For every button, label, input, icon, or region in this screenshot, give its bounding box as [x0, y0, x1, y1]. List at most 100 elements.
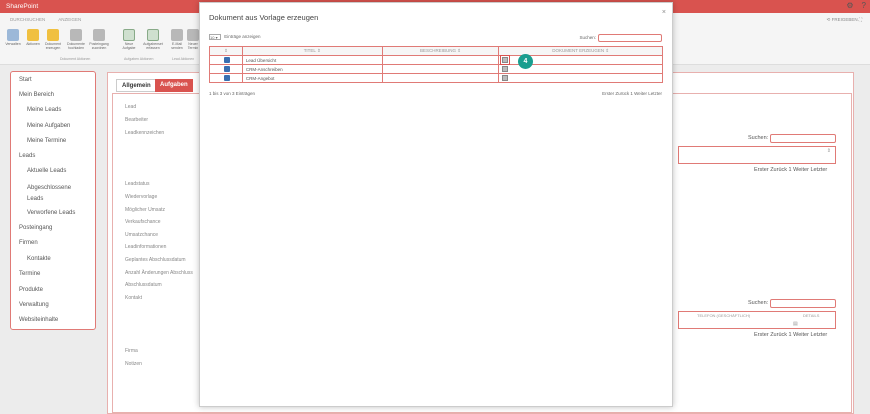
field-leadstatus: Leadstatus: [125, 181, 150, 187]
group-lead-aktionen: Lead Aktionen: [172, 57, 195, 61]
field-wiedervorlage: Wiedervorlage: [125, 194, 158, 200]
field-moeglicher-umsatz: Möglicher Umsatz: [125, 207, 166, 213]
field-leadkennzeichen: Leadkennzeichen: [125, 130, 165, 136]
table-row: CRM-Anschreiben: [209, 64, 663, 74]
group-aufgaben-aktionen: Aufgaben Aktionen: [124, 57, 154, 61]
nav-websiteinhalte[interactable]: Websiteinhalte: [19, 317, 58, 323]
field-geplantes-abschlussdatum: Geplantes Abschlussdatum: [125, 257, 186, 263]
manage-icon: [7, 29, 19, 41]
col-icon[interactable]: ⇕: [209, 46, 243, 56]
field-firma: Firma: [125, 348, 138, 354]
upload-icon: [70, 29, 82, 41]
field-notizen: Notizen: [125, 361, 142, 367]
group-dokument-aktionen: Dokument Aktionen: [60, 57, 91, 61]
row-title[interactable]: CRM-Angebot: [241, 73, 383, 83]
neuer-termin-button[interactable]: Neuer Termin: [186, 29, 200, 51]
ribbon-tabs: DURCHSUCHEN ANZEIGEN: [10, 17, 93, 22]
help-icon[interactable]: ?: [862, 1, 866, 10]
nav-aktuelle-leads[interactable]: Aktuelle Leads: [27, 168, 66, 174]
neue-aufgabe-button[interactable]: Neue Aufgabe: [118, 29, 140, 51]
field-abschlussdatum: Abschlussdatum: [125, 282, 162, 288]
email-icon: [171, 29, 183, 41]
table-row: Lead Übersicht: [209, 54, 663, 65]
table-info: 1 bis 3 von 3 Einträgen: [209, 91, 256, 96]
email-senden-button[interactable]: E-Mail senden: [166, 29, 188, 51]
nav-start[interactable]: Start: [19, 77, 32, 83]
sort-icon[interactable]: ⇕: [827, 148, 831, 154]
col-beschreibung[interactable]: BESCHREIBUNG ⇕: [381, 46, 500, 56]
row-title[interactable]: CRM-Anschreiben: [241, 64, 383, 74]
nav-verworfene-leads[interactable]: Verworfene Leads: [27, 210, 75, 216]
field-lead: Lead: [125, 104, 137, 110]
nav-leads[interactable]: Leads: [19, 153, 35, 159]
dialog-search: Suchen:: [579, 34, 662, 42]
share-link[interactable]: ⟲ FREIGEBEN ⛶: [827, 17, 862, 23]
top-right-icons: ⚙?: [838, 1, 866, 10]
pager-2[interactable]: Erster Zurück 1 Weiter Letzter: [754, 332, 827, 338]
nav-meine-aufgaben[interactable]: Meine Aufgaben: [27, 123, 70, 129]
posteingang-zuordnen-button[interactable]: Posteingang zuordnen: [88, 29, 110, 51]
nav-verwaltung[interactable]: Verwaltung: [19, 302, 49, 308]
generate-document-icon[interactable]: [502, 65, 509, 72]
generate-document-icon[interactable]: [502, 74, 509, 81]
nav-meine-termine[interactable]: Meine Termine: [27, 138, 66, 144]
field-kontakt: Kontakt: [125, 295, 142, 301]
document-create-icon: [47, 29, 59, 41]
col-telefon[interactable]: TELEFON (GESCHÄFTLICH): [697, 313, 750, 318]
generate-document-icon[interactable]: [500, 54, 511, 65]
nav-kontakte[interactable]: Kontakte: [27, 256, 51, 262]
actions-icon: [27, 29, 39, 41]
search-input-2[interactable]: [770, 299, 836, 308]
dokument-erzeugen-button[interactable]: Dokument erzeugen: [42, 29, 64, 51]
pager-1[interactable]: Erster Zurück 1 Weiter Letzter: [754, 167, 827, 173]
field-anzahl-aenderungen: Anzahl Änderungen Abschluss: [125, 270, 193, 276]
dokumente-hochladen-button[interactable]: Dokumente hochladen: [65, 29, 87, 51]
search-input-1[interactable]: [770, 134, 836, 143]
entries-label: Einträge anzeigen: [224, 34, 261, 40]
nav-firmen[interactable]: Firmen: [19, 240, 38, 246]
row-description: [381, 73, 500, 83]
entries-select[interactable]: 10 ▾: [209, 34, 221, 40]
col-details[interactable]: DETAILS: [803, 313, 819, 318]
col-titel[interactable]: TITEL ⇕: [241, 46, 383, 56]
word-icon: [224, 74, 231, 81]
tab-allgemein[interactable]: Allgemein: [116, 79, 157, 92]
nav-meine-leads[interactable]: Meine Leads: [27, 107, 61, 113]
entries-length: 10 ▾ Einträge anzeigen: [209, 34, 261, 40]
field-verkaufschance: Verkaufschance: [125, 219, 161, 225]
nav-termine[interactable]: Termine: [19, 271, 40, 277]
calendar-icon: [187, 29, 199, 41]
task-icon: [123, 29, 135, 41]
field-leadinformationen: Leadinformationen: [125, 244, 167, 250]
tab-aufgaben[interactable]: Aufgaben: [155, 79, 193, 92]
brand-label: SharePoint: [6, 3, 39, 10]
close-icon[interactable]: ×: [662, 9, 666, 16]
verwalten-button[interactable]: Verwalten: [2, 29, 24, 47]
nav-produkte[interactable]: Produkte: [19, 287, 43, 293]
word-icon: [224, 65, 231, 72]
dialog-search-label: Suchen:: [579, 35, 596, 41]
aufgabenset-button[interactable]: Aufgabenset erfassen: [142, 29, 164, 51]
table-row: CRM-Angebot: [209, 73, 663, 83]
table-1-header: ⇕: [678, 146, 836, 164]
details-icon[interactable]: ▤: [793, 321, 798, 327]
table-2: TELEFON (GESCHÄFTLICH) DETAILS ▤: [678, 311, 836, 329]
aktionen-button[interactable]: Aktionen: [22, 29, 44, 47]
taskset-icon: [147, 29, 159, 41]
tab-durchsuchen[interactable]: DURCHSUCHEN: [10, 17, 45, 22]
row-description: [381, 55, 500, 65]
step-badge: 4: [518, 54, 533, 69]
word-icon: [224, 56, 231, 63]
table-pager[interactable]: Erster Zurück 1 Weiter Letzter: [602, 91, 662, 96]
left-navigation: Start Mein Bereich Meine Leads Meine Auf…: [10, 71, 96, 330]
nav-mein-bereich[interactable]: Mein Bereich: [19, 92, 54, 98]
row-description: [381, 64, 500, 74]
dialog-title: Dokument aus Vorlage erzeugen: [209, 13, 319, 22]
gear-icon[interactable]: ⚙: [846, 1, 853, 10]
nav-posteingang[interactable]: Posteingang: [19, 225, 52, 231]
field-bearbeiter: Bearbeiter: [125, 117, 149, 123]
nav-abgeschlossene-leads[interactable]: Abgeschlossene Leads: [27, 183, 89, 205]
tab-anzeigen[interactable]: ANZEIGEN: [58, 17, 81, 22]
row-title[interactable]: Lead Übersicht: [241, 55, 383, 65]
dialog-search-input[interactable]: [598, 34, 662, 42]
